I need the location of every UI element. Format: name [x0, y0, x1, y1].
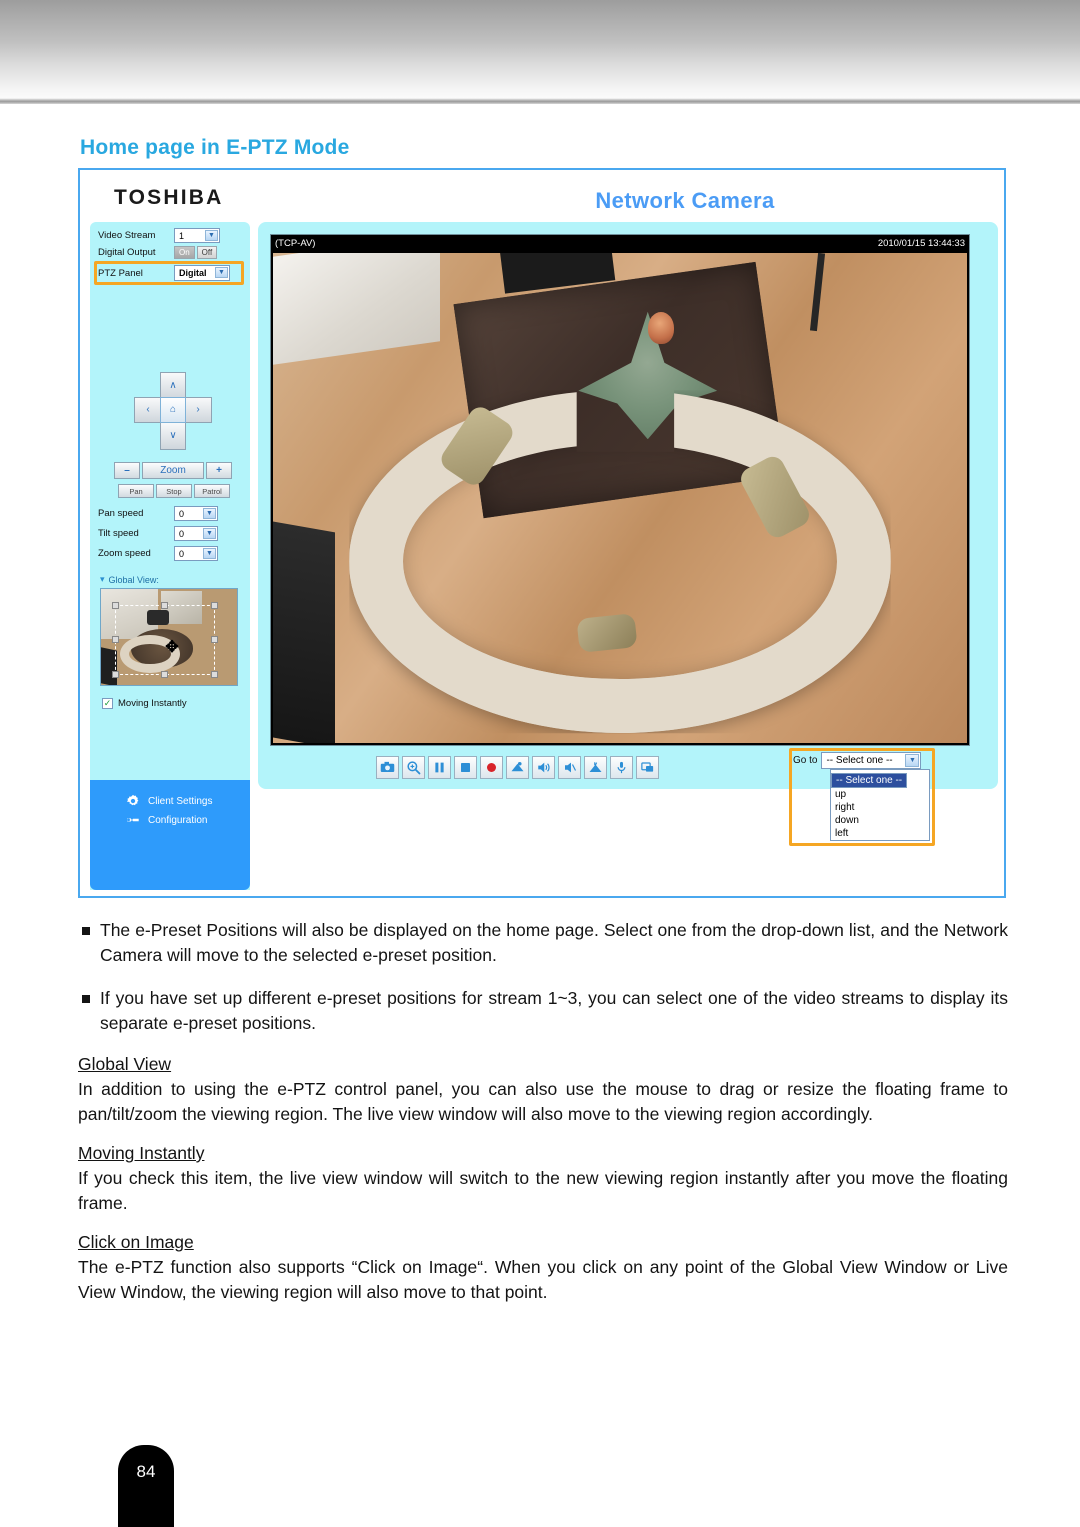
network-camera-title: Network Camera: [595, 188, 775, 213]
sidebar-item-configuration[interactable]: Configuration: [126, 813, 207, 827]
zoom-speed-select[interactable]: 0 ▼: [174, 546, 218, 561]
tilt-speed-value: 0: [179, 528, 185, 539]
zoom-label: Zoom: [142, 462, 204, 479]
global-view-thumbnail[interactable]: ✥: [100, 588, 238, 686]
digital-zoom-icon[interactable]: [402, 756, 425, 779]
digital-output-label: Digital Output: [98, 247, 156, 258]
video-stream-value: 1: [179, 230, 185, 241]
tilt-speed-label: Tilt speed: [98, 528, 139, 539]
fullscreen-icon[interactable]: [636, 756, 659, 779]
ptz-panel-highlight: [94, 261, 244, 285]
pan-right-button[interactable]: ›: [184, 397, 212, 423]
section-paragraph: In addition to using the e-PTZ control p…: [78, 1079, 1008, 1124]
sidebar-item-client-settings[interactable]: Client Settings: [126, 794, 212, 808]
sidebar-item-label: Client Settings: [148, 795, 213, 807]
live-view-window[interactable]: (TCP-AV) 2010/01/15 13:44:33: [270, 234, 970, 746]
sidebar-item-label: Configuration: [148, 814, 208, 826]
zoom-speed-value: 0: [179, 548, 185, 559]
home-button[interactable]: ⌂: [160, 397, 186, 423]
digital-output-row: Digital Output On Off: [98, 246, 218, 259]
page-top-band: [0, 0, 1080, 104]
pan-speed-value: 0: [179, 508, 185, 519]
stop-icon[interactable]: [454, 756, 477, 779]
mute-icon[interactable]: [558, 756, 581, 779]
page-title: Home page in E-PTZ Mode: [80, 136, 350, 159]
zoom-in-button[interactable]: +: [206, 462, 232, 479]
sidebar-nav-panel: Client Settings Configuration: [90, 780, 250, 890]
video-clip-icon[interactable]: [506, 756, 529, 779]
chevron-down-icon: ▼: [205, 230, 218, 241]
toshiba-logo: TOSHIBA: [114, 186, 224, 209]
camera-ui-screenshot: TOSHIBA Network Camera Video Stream 1 ▼ …: [78, 168, 1006, 898]
video-toolbar: [376, 756, 659, 779]
tilt-speed-row: Tilt speed 0 ▼: [98, 526, 218, 541]
patrol-controls: Pan Stop Patrol: [118, 484, 230, 498]
video-stream-label: Video Stream: [98, 230, 156, 241]
section-paragraph: The e-PTZ function also supports “Click …: [78, 1257, 1008, 1302]
live-view-panel: (TCP-AV) 2010/01/15 13:44:33 Go to -- Se…: [258, 222, 998, 846]
body-content: The e-Preset Positions will also be disp…: [78, 918, 1008, 1305]
global-view-toggle[interactable]: ▾ Global View:: [100, 574, 159, 585]
moving-instantly-row[interactable]: ✓ Moving Instantly: [102, 698, 187, 709]
pause-icon[interactable]: [428, 756, 451, 779]
pan-left-button[interactable]: ‹: [134, 397, 162, 423]
chevron-down-icon: ▾: [100, 574, 105, 584]
chevron-down-icon: ▼: [203, 508, 216, 519]
live-video-image[interactable]: [273, 253, 967, 743]
ptz-direction-pad: ∧ ∨ ‹ › ⌂: [134, 372, 212, 450]
video-status-bar: (TCP-AV) 2010/01/15 13:44:33: [271, 235, 969, 251]
stop-button[interactable]: Stop: [156, 484, 192, 498]
volume-icon[interactable]: [532, 756, 555, 779]
zoom-out-button[interactable]: –: [114, 462, 140, 479]
video-timestamp: 2010/01/15 13:44:33: [877, 237, 965, 249]
pan-speed-select[interactable]: 0 ▼: [174, 506, 218, 521]
moving-instantly-checkbox[interactable]: ✓: [102, 698, 113, 709]
move-cursor-icon: ✥: [165, 639, 179, 656]
patrol-button[interactable]: Patrol: [194, 484, 230, 498]
talk-icon[interactable]: [584, 756, 607, 779]
control-sidebar: Video Stream 1 ▼ Digital Output On Off P…: [90, 222, 250, 890]
video-stream-row: Video Stream 1 ▼: [98, 228, 220, 243]
section-paragraph: If you check this item, the live view wi…: [78, 1168, 1008, 1213]
chevron-down-icon: ▼: [203, 528, 216, 539]
pan-button[interactable]: Pan: [118, 484, 154, 498]
pan-speed-label: Pan speed: [98, 508, 144, 519]
zoom-speed-row: Zoom speed 0 ▼: [98, 546, 218, 561]
gear-icon: [126, 794, 140, 808]
section-heading: Global View: [78, 1054, 172, 1074]
record-icon[interactable]: [480, 756, 503, 779]
page-top-rule: [0, 98, 1080, 104]
pan-speed-row: Pan speed 0 ▼: [98, 506, 218, 521]
wrench-icon: [126, 813, 140, 827]
page-number: 84: [118, 1445, 174, 1527]
zoom-speed-label: Zoom speed: [98, 548, 151, 559]
mic-icon[interactable]: [610, 756, 633, 779]
digital-output-off-button[interactable]: Off: [196, 246, 218, 259]
bullet-item: The e-Preset Positions will also be disp…: [78, 918, 1008, 968]
video-protocol-label: (TCP-AV): [275, 237, 316, 249]
pan-up-button[interactable]: ∧: [160, 372, 186, 400]
snapshot-icon[interactable]: [376, 756, 399, 779]
global-view-label: Global View:: [108, 574, 159, 585]
bullet-item: If you have set up different e-preset po…: [78, 986, 1008, 1036]
section-heading: Click on Image: [78, 1232, 194, 1252]
digital-output-toggle[interactable]: On Off: [174, 246, 218, 259]
goto-highlight: [789, 748, 935, 846]
zoom-controls: – Zoom +: [114, 462, 232, 479]
tilt-speed-select[interactable]: 0 ▼: [174, 526, 218, 541]
chevron-down-icon: ▼: [203, 548, 216, 559]
pan-down-button[interactable]: ∨: [160, 422, 186, 450]
moving-instantly-label: Moving Instantly: [118, 698, 187, 709]
video-stream-select[interactable]: 1 ▼: [174, 228, 220, 243]
section-heading: Moving Instantly: [78, 1143, 205, 1163]
digital-output-on-button[interactable]: On: [174, 246, 195, 259]
